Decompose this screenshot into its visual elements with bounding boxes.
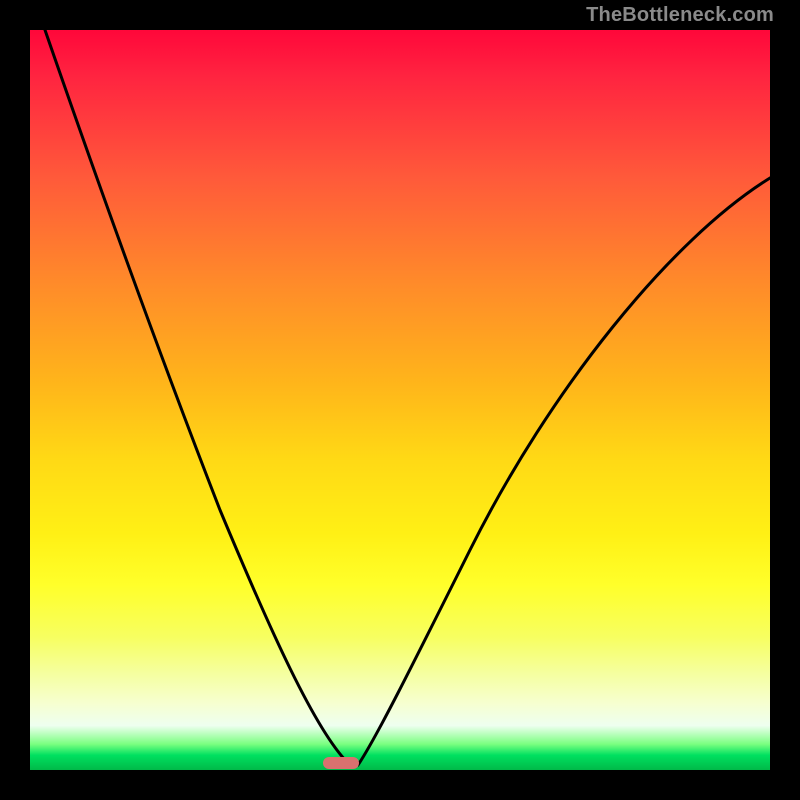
optimal-marker [323, 757, 359, 769]
chart-frame: TheBottleneck.com [0, 0, 800, 800]
watermark-text: TheBottleneck.com [586, 4, 774, 27]
chart-plot-area [30, 30, 770, 770]
